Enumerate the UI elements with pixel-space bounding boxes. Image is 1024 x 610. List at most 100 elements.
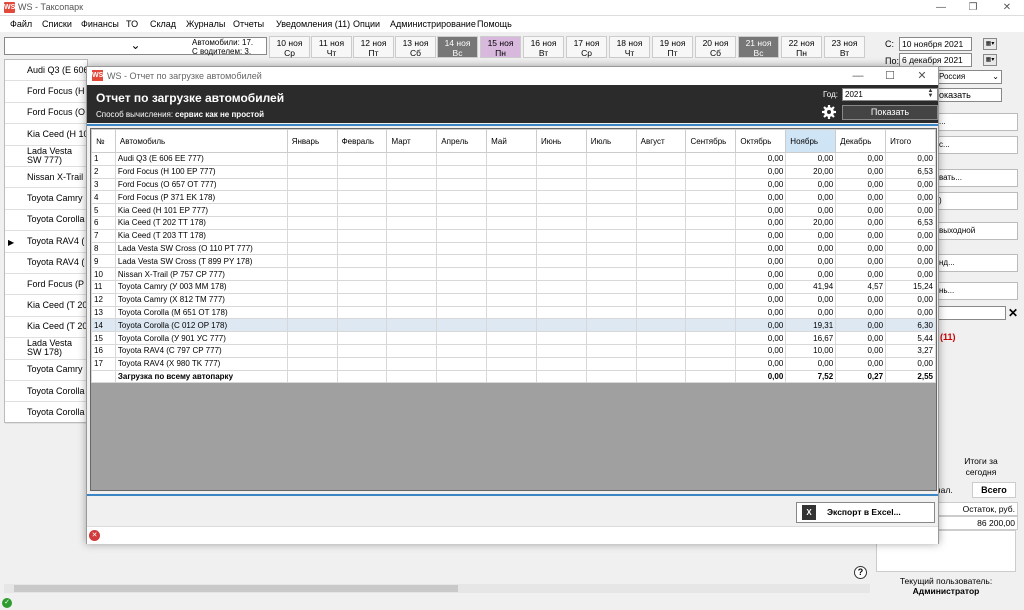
calendar-icon[interactable]: ▦▾ [983,54,997,66]
date-column[interactable]: 14 ноя Вс [437,36,478,58]
date-column[interactable]: 10 ноя Ср [269,36,310,58]
menu-reports[interactable]: Отчеты [233,19,264,29]
menu-lists[interactable]: Списки [42,19,72,29]
panel-button[interactable]: выходной [936,222,1018,240]
close-icon[interactable]: ✕ [907,67,937,85]
year-input[interactable]: 2021 [842,88,938,101]
list-item[interactable]: Ford Focus (P [5,274,89,296]
tab-total[interactable]: Всего [972,482,1016,498]
menu-notifications[interactable]: Уведомления (11) [276,19,350,29]
list-item[interactable]: Toyota Corolla [5,402,89,424]
menu-options[interactable]: Опции [353,19,380,29]
menu-help[interactable]: Помощь [477,19,512,29]
date-column[interactable]: 22 ноя Пн [781,36,822,58]
table-row[interactable]: 12 Toyota Camry (X 812 TM 777) 0,00 0,00 0,0… [91,292,936,307]
menu-administration[interactable]: Администрирование [390,19,476,29]
list-item[interactable]: Kia Ceed (T 20 [5,317,89,339]
search-input[interactable] [936,306,1006,320]
close-icon[interactable]: ✕ [992,0,1022,16]
column-header[interactable]: Сентябрь [685,129,737,153]
list-item[interactable]: Lada Vesta SW 777) [5,146,89,167]
scrollbar-thumb[interactable] [14,585,458,592]
table-row[interactable]: 1 Audi Q3 (E 606 EE 777) 0,00 0,00 0,00 0,00 [91,152,936,166]
gear-icon[interactable] [821,104,837,120]
list-item[interactable]: Toyota Camry [5,188,89,210]
menu-journals[interactable]: Журналы [186,19,225,29]
panel-button[interactable]: ) [936,192,1018,210]
list-item[interactable]: Ford Focus (H [5,81,89,103]
list-item[interactable]: Toyota RAV4 ( [5,231,89,253]
table-row[interactable]: 10 Nissan X-Trail (P 757 CP 777) 0,00 0,00 0… [91,267,936,281]
list-item[interactable]: Toyota Corolla [5,381,89,403]
column-header[interactable]: Август [635,129,687,153]
menu-file[interactable]: Файл [10,19,32,29]
column-header[interactable]: Февраль [336,129,388,153]
minimize-icon[interactable]: — [843,67,873,85]
help-icon[interactable]: ? [854,566,867,579]
restore-icon[interactable]: ❐ [958,0,988,16]
show-main-button[interactable]: оказать [936,88,1002,102]
date-column[interactable]: 18 ноя Чт [609,36,650,58]
list-item[interactable]: Toyota Corolla [5,210,89,232]
menu-warehouse[interactable]: Склад [150,19,176,29]
date-column[interactable]: 21 ноя Вс [738,36,779,58]
table-row[interactable]: 16 Toyota RAV4 (C 797 CP 777) 0,00 10,00 0,0… [91,343,936,358]
list-item[interactable]: Audi Q3 (E 606 [5,60,89,82]
date-from-field[interactable]: 10 ноября 2021 [899,37,972,51]
panel-button[interactable]: вать... [936,169,1018,187]
column-header[interactable]: Декабрь [835,129,887,153]
column-header[interactable]: Октябрь [735,129,787,153]
date-column[interactable]: 16 ноя Вт [523,36,564,58]
date-to-field[interactable]: 6 декабря 2021 [899,53,972,67]
list-item[interactable]: Kia Ceed (H 10 [5,124,89,146]
list-item[interactable]: Kia Ceed (T 20 [5,295,89,317]
column-header[interactable]: Июнь [535,129,587,153]
year-spinner-icon[interactable]: ▲ ▼ [925,88,936,100]
table-row[interactable]: 7 Kia Ceed (T 203 TT 178) 0,00 0,00 0,00 0,00 [91,228,936,243]
table-row[interactable]: 3 Ford Focus (O 657 OT 777) 0,00 0,00 0,00 0,… [91,177,936,192]
table-row[interactable]: 14 Toyota Corolla (C 012 OP 178) 0,00 19,31… [91,318,936,333]
column-header[interactable]: Апрель [436,129,488,153]
export-excel-button[interactable]: X Экспорт в Excel... [796,502,935,523]
panel-button[interactable]: ... [936,113,1018,131]
list-item[interactable]: Nissan X-Trail [5,167,89,189]
calendar-icon[interactable]: ▦▾ [983,38,997,50]
column-header[interactable]: Март [386,129,438,153]
table-row[interactable]: 13 Toyota Corolla (M 651 OT 178) 0,00 0,00 0… [91,305,936,320]
date-column[interactable]: 12 ноя Пт [353,36,394,58]
list-item[interactable]: Toyota Camry [5,360,89,381]
list-item[interactable]: Ford Focus (O [5,103,89,125]
date-column[interactable]: 20 ноя Сб [695,36,736,58]
date-column[interactable]: 15 ноя Пн [480,36,521,58]
panel-button[interactable]: нь... [936,282,1018,300]
table-row[interactable]: 17 Toyota RAV4 (X 980 TK 777) 0,00 0,00 0,00… [91,356,936,371]
minimize-icon[interactable]: — [926,0,956,16]
column-header[interactable]: Июль [585,129,637,153]
calc-method-value[interactable]: сервис как не простой [175,110,264,119]
table-row[interactable]: 8 Lada Vesta SW Cross (O 110 PT 777) 0,00 0… [91,241,936,256]
panel-button[interactable]: нд... [936,254,1018,272]
date-column[interactable]: 11 ноя Чт [311,36,352,58]
table-row[interactable]: 11 Toyota Camry (У 003 MM 178) 0,00 41,94 4,… [91,279,936,294]
menu-finance[interactable]: Финансы [81,19,119,29]
date-column[interactable]: 23 ноя Вт [824,36,865,58]
maximize-icon[interactable]: ☐ [875,67,905,85]
column-header[interactable]: Май [486,129,537,153]
column-header[interactable]: № [91,129,116,153]
date-column[interactable]: 17 ноя Ср [566,36,607,58]
panel-button[interactable]: с... [936,136,1018,154]
clear-search-icon[interactable]: ✕ [1008,306,1018,320]
show-button[interactable]: Показать [842,105,938,120]
total-row[interactable]: Загрузка по всему автопарку 0,00 7,52 0,27 2… [91,369,936,384]
column-header[interactable]: Автомобиль [114,129,288,153]
country-select[interactable]: Россия ⌄ [936,70,1002,84]
list-item[interactable]: Lada Vesta SW 178) [5,338,89,360]
column-header[interactable]: Январь [286,129,338,153]
list-item[interactable]: Toyota RAV4 ( [5,253,89,274]
menu-maintenance[interactable]: ТО [126,19,138,29]
date-column[interactable]: 13 ноя Сб [395,36,436,58]
table-row[interactable]: 2 Ford Focus (H 100 EP 777) 0,00 20,00 0,00 6… [91,164,936,179]
column-header[interactable]: Итого [885,129,936,153]
table-row[interactable]: 9 Lada Vesta SW Cross (T 899 PY 178) 0,00 0… [91,254,936,269]
table-row[interactable]: 6 Kia Ceed (T 202 TT 178) 0,00 20,00 0,00 6,5… [91,215,936,230]
